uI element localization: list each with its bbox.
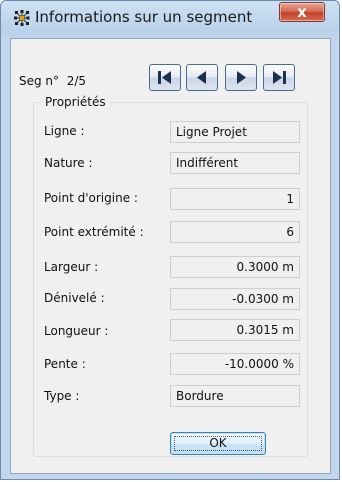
longueur-field: 0.3015 m (170, 319, 300, 341)
type-field: Bordure (170, 385, 300, 407)
previous-icon (197, 71, 206, 84)
largeur-field: 0.3000 m (170, 256, 300, 278)
dialog-content: Seg n° 2/5 Propriétés Ligne : Ligne Proj… (10, 38, 331, 474)
window-title: Informations sur un segment (35, 8, 253, 26)
ok-button[interactable]: OK (170, 432, 266, 455)
pente-field: -10.0000 % (170, 353, 300, 375)
title-bar[interactable]: Informations sur un segment x (1, 1, 339, 37)
point-origine-label: Point d'origine : (44, 191, 138, 205)
properties-group-title: Propriétés (41, 95, 110, 109)
next-segment-button[interactable] (225, 64, 257, 91)
denivele-field: -0.0300 m (170, 288, 300, 310)
longueur-label: Longueur : (44, 324, 109, 338)
largeur-label: Largeur : (44, 260, 99, 274)
skip-first-icon (158, 71, 171, 84)
next-icon (237, 71, 246, 84)
point-extremite-field: 6 (170, 221, 300, 243)
focus-rectangle (174, 436, 262, 451)
nature-label: Nature : (44, 156, 93, 170)
close-button[interactable]: x (279, 2, 325, 22)
last-segment-button[interactable] (263, 64, 295, 91)
nature-field: Indifférent (170, 152, 300, 174)
type-label: Type : (44, 389, 80, 403)
segment-indicator: Seg n° 2/5 (19, 74, 86, 88)
point-extremite-label: Point extrémité : (44, 225, 144, 239)
point-origine-field: 1 (170, 188, 300, 210)
ligne-label: Ligne : (44, 124, 85, 138)
previous-segment-button[interactable] (186, 64, 218, 91)
grid-icon (14, 10, 30, 26)
denivele-label: Dénivelé : (44, 291, 105, 305)
segment-label: Seg n° (19, 74, 60, 88)
ligne-field: Ligne Projet (170, 121, 300, 143)
segment-position: 2/5 (66, 74, 86, 88)
pente-label: Pente : (44, 357, 86, 371)
skip-last-icon (273, 71, 286, 84)
close-icon: x (297, 3, 307, 21)
first-segment-button[interactable] (149, 64, 181, 91)
dialog-window: Informations sur un segment x Seg n° 2/5 (0, 0, 340, 480)
